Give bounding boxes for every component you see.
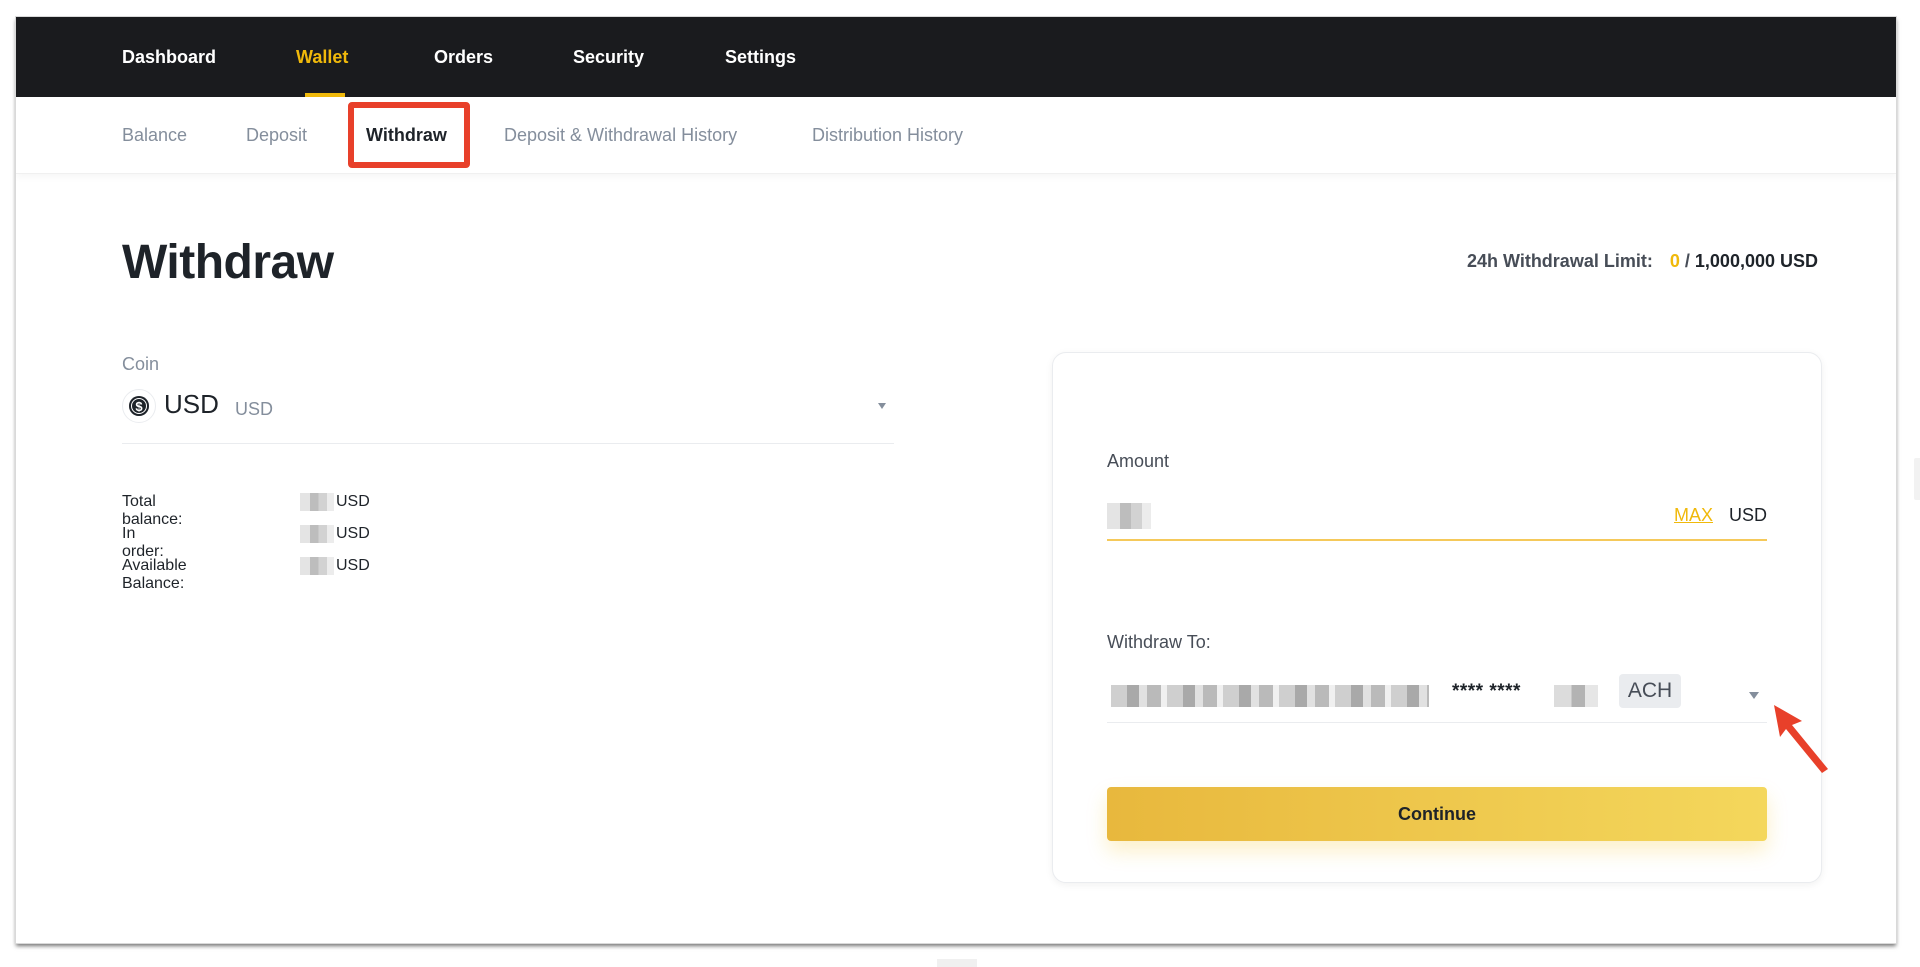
redacted-value (300, 557, 334, 575)
account-type-badge: ACH (1619, 674, 1681, 708)
bottom-handle (937, 959, 977, 967)
withdraw-to-label: Withdraw To: (1107, 632, 1211, 652)
coin-label: Coin (122, 354, 160, 374)
balance-value: USD (300, 525, 370, 543)
annotation-arrow-icon (1774, 705, 1828, 773)
amount-unit: USD (1728, 505, 1767, 525)
withdrawal-limit: 24h Withdrawal Limit: 0 / 1,000,000 USD (1467, 251, 1818, 272)
withdrawal-limit-separator: / (1684, 251, 1690, 271)
account-number-masked: **** **** (1452, 681, 1521, 702)
balance-label: Total balance: (122, 493, 183, 528)
top-navigation: Dashboard Wallet Orders Security Setting… (16, 17, 1896, 97)
balance-value: USD (300, 493, 370, 511)
coin-name: USD (235, 399, 274, 419)
coin-select[interactable]: $ USD USD (122, 387, 894, 444)
coin-symbol: USD (164, 389, 219, 419)
withdrawal-limit-label: 24h Withdrawal Limit: (1466, 251, 1653, 271)
nav-dashboard[interactable]: Dashboard (122, 17, 216, 97)
max-button[interactable]: MAX (1674, 505, 1713, 526)
tab-balance[interactable]: Balance (122, 97, 187, 174)
nav-settings[interactable]: Settings (725, 17, 796, 97)
chevron-down-icon[interactable] (878, 403, 886, 409)
side-scroll-handle[interactable] (1914, 458, 1920, 500)
amount-field: MAX USD (1107, 491, 1767, 541)
withdraw-to-select[interactable]: **** **** ACH (1107, 668, 1767, 723)
tab-deposit[interactable]: Deposit (246, 97, 307, 174)
tab-deposit-withdrawal-history[interactable]: Deposit & Withdrawal History (504, 97, 737, 174)
chevron-down-icon[interactable] (1749, 692, 1759, 699)
dollar-sign-glyph: $ (129, 396, 149, 416)
withdrawal-limit-max: 1,000,000 USD (1694, 251, 1818, 271)
balance-label: In order: (122, 525, 164, 560)
amount-input[interactable] (1107, 491, 1627, 539)
amount-label: Amount (1107, 451, 1170, 471)
balance-unit: USD (336, 557, 370, 574)
page-title: Withdraw (122, 236, 334, 289)
withdrawal-limit-used: 0 (1669, 251, 1680, 271)
tab-distribution-history[interactable]: Distribution History (812, 97, 963, 174)
nav-orders[interactable]: Orders (434, 17, 493, 97)
annotation-highlight-box (348, 102, 470, 168)
continue-button[interactable]: Continue (1107, 787, 1767, 841)
dollar-coin-icon: $ (122, 389, 156, 423)
wallet-subnav: Balance Deposit Withdraw Deposit & Withd… (16, 97, 1896, 174)
balance-value: USD (300, 557, 370, 575)
nav-security[interactable]: Security (573, 17, 644, 97)
balance-unit: USD (336, 525, 370, 542)
redacted-bank-name (1111, 685, 1429, 707)
app-window: Dashboard Wallet Orders Security Setting… (16, 17, 1896, 943)
balance-label: Available Balance: (122, 557, 187, 592)
balance-unit: USD (336, 493, 370, 510)
redacted-value (300, 525, 334, 543)
nav-wallet[interactable]: Wallet (296, 17, 348, 97)
withdraw-form-card: Amount MAX USD Withdraw To: **** **** AC… (1052, 352, 1822, 883)
redacted-account-digits (1554, 685, 1598, 707)
redacted-value (300, 493, 334, 511)
